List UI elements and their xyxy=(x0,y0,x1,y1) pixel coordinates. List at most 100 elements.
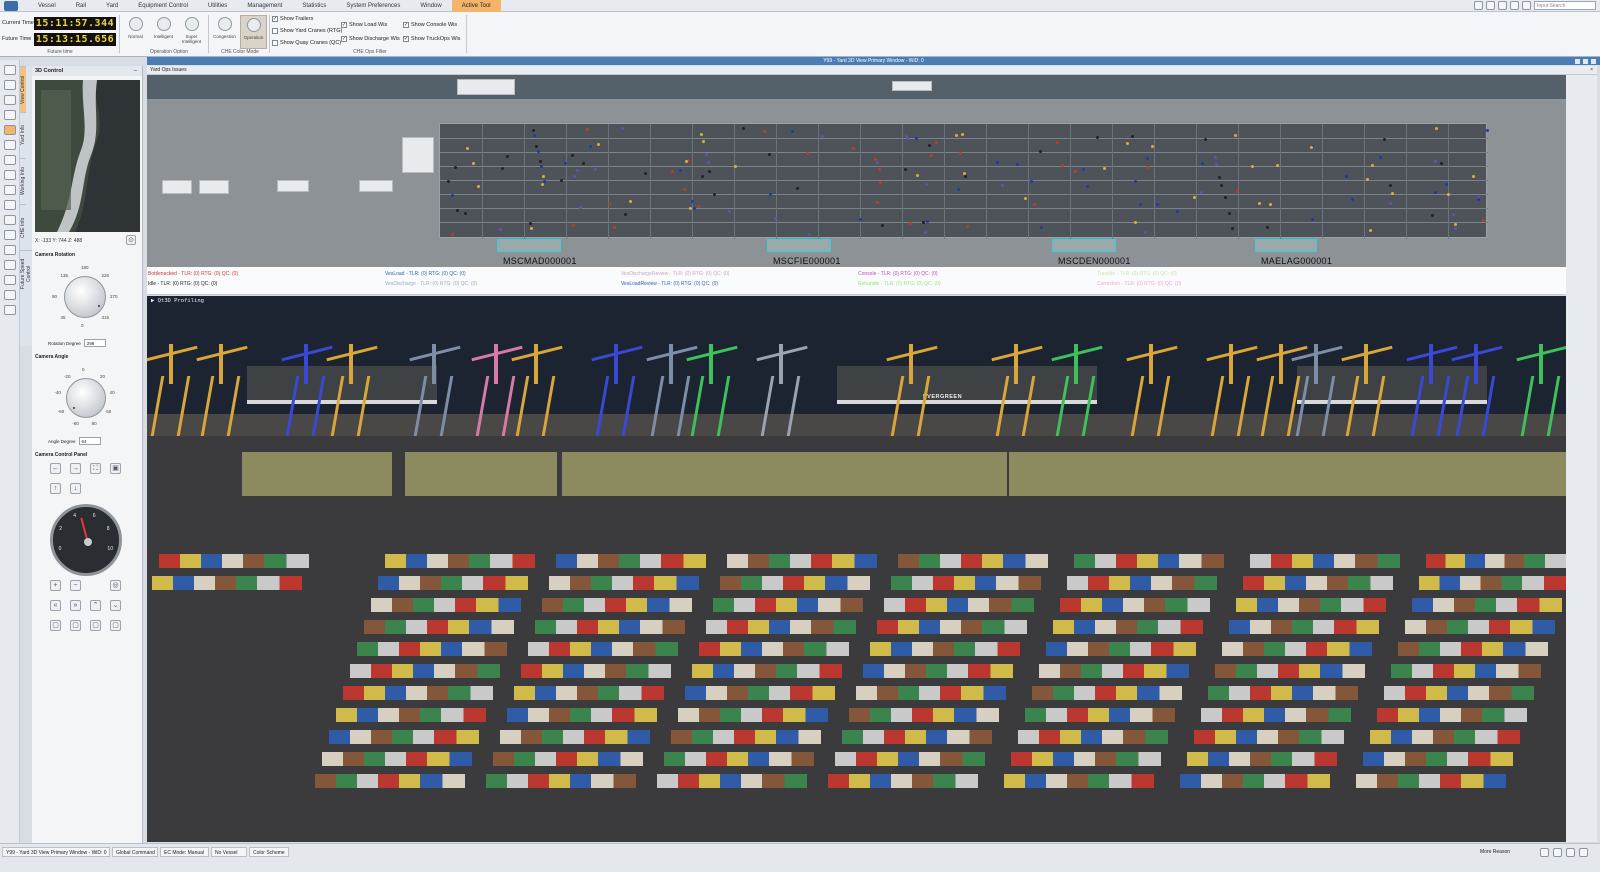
container-row[interactable] xyxy=(1011,752,1161,766)
container-row[interactable] xyxy=(486,774,636,788)
minimize-icon[interactable] xyxy=(1575,58,1580,64)
che-marker[interactable] xyxy=(1015,162,1019,166)
container-row[interactable] xyxy=(350,664,500,678)
rotation-knob[interactable] xyxy=(64,276,106,318)
status-cell-global-command[interactable]: Global Command xyxy=(112,847,158,857)
menu-equipment-control[interactable]: Equipment Control xyxy=(128,0,198,12)
quay-crane[interactable] xyxy=(1206,344,1258,436)
container-row[interactable] xyxy=(877,620,1027,634)
container-row[interactable] xyxy=(664,752,814,766)
container-row[interactable] xyxy=(385,554,535,568)
che-marker[interactable] xyxy=(960,132,964,136)
menu-utilities[interactable]: Utilities xyxy=(198,0,237,12)
lock-icon[interactable] xyxy=(3,275,16,285)
che-marker[interactable] xyxy=(1310,218,1314,222)
che-marker[interactable] xyxy=(875,200,879,204)
container-row[interactable] xyxy=(699,642,849,656)
che-marker[interactable] xyxy=(450,193,454,197)
pan-right-icon[interactable]: → xyxy=(70,463,81,474)
che-marker[interactable] xyxy=(538,159,542,163)
angle-knob[interactable] xyxy=(66,378,106,418)
help-icon[interactable] xyxy=(1498,1,1507,10)
checkbox-show-quay-cranes-qc-[interactable]: Show Quay Cranes (QC) xyxy=(272,40,341,46)
container-row[interactable] xyxy=(671,730,821,744)
container-row[interactable] xyxy=(500,730,650,744)
che-marker[interactable] xyxy=(455,208,459,212)
menu-window[interactable]: Window xyxy=(410,0,451,12)
che-marker[interactable] xyxy=(684,159,688,163)
che-marker[interactable] xyxy=(963,174,967,178)
fit-icon[interactable]: ▣ xyxy=(110,463,121,474)
folder-icon[interactable] xyxy=(3,305,16,315)
che-marker[interactable] xyxy=(575,169,579,173)
che-marker[interactable] xyxy=(1213,155,1217,159)
che-marker[interactable] xyxy=(529,227,533,231)
tilt-up-icon[interactable]: ⌃ xyxy=(90,600,101,611)
che-marker[interactable] xyxy=(704,152,708,156)
che-marker[interactable] xyxy=(1039,225,1043,229)
checkbox-show-console-wis[interactable]: ✓ Show Console Wis xyxy=(403,22,457,28)
menu-statistics[interactable]: Statistics xyxy=(292,0,336,12)
container-row[interactable] xyxy=(322,752,472,766)
checkbox-box[interactable]: ✓ xyxy=(341,36,347,42)
che-marker[interactable] xyxy=(921,221,925,225)
container-row[interactable] xyxy=(493,752,643,766)
checkbox-box[interactable] xyxy=(272,28,278,34)
container-row[interactable] xyxy=(835,752,985,766)
che-marker[interactable] xyxy=(880,223,884,227)
container-row[interactable] xyxy=(849,708,999,722)
che-marker[interactable] xyxy=(682,188,686,192)
pan-left-icon[interactable]: ← xyxy=(50,463,61,474)
view-cube-side-icon[interactable]: ▢ xyxy=(110,620,121,631)
che-marker[interactable] xyxy=(1350,197,1354,201)
container-row[interactable] xyxy=(556,554,706,568)
container-row[interactable] xyxy=(1426,554,1566,568)
che-marker[interactable] xyxy=(1102,167,1106,171)
view-cube-front-icon[interactable]: ▢ xyxy=(50,620,61,631)
che-marker[interactable] xyxy=(670,169,674,173)
crane-icon[interactable] xyxy=(3,230,16,240)
close-icon[interactable] xyxy=(1591,58,1596,64)
container-row[interactable] xyxy=(828,774,978,788)
container-row[interactable] xyxy=(521,664,671,678)
che-marker[interactable] xyxy=(954,133,958,137)
status-cell-ec-mode-manual[interactable]: EC Mode: Manual xyxy=(160,847,209,857)
zoom-to-fit-icon[interactable]: ⊙ xyxy=(126,235,136,245)
tab-close-icon[interactable]: × xyxy=(1590,66,1593,75)
menu-active-tool[interactable]: Active Tool xyxy=(451,0,501,12)
che-marker[interactable] xyxy=(965,224,969,228)
checkbox-show-trailers[interactable]: ✓ Show Trailers xyxy=(272,16,313,22)
che-marker[interactable] xyxy=(1000,184,1004,188)
che-marker[interactable] xyxy=(958,151,962,155)
container-row[interactable] xyxy=(528,642,678,656)
tag-icon[interactable] xyxy=(3,215,16,225)
quay-crane[interactable] xyxy=(1516,344,1566,436)
che-marker[interactable] xyxy=(995,161,999,164)
quay-crane[interactable] xyxy=(991,344,1043,436)
container-row[interactable] xyxy=(1053,620,1203,634)
globe-icon[interactable] xyxy=(3,80,16,90)
settings-icon[interactable] xyxy=(1510,1,1519,10)
container-row[interactable] xyxy=(1412,598,1562,612)
che-marker[interactable] xyxy=(700,174,704,178)
quay-crane[interactable] xyxy=(1451,344,1503,436)
container-row[interactable] xyxy=(1032,686,1182,700)
quay-crane[interactable] xyxy=(281,344,333,436)
che-marker[interactable] xyxy=(1447,192,1451,196)
che-marker[interactable] xyxy=(805,152,809,156)
quay-crane[interactable] xyxy=(326,344,378,436)
status-cell-color-scheme[interactable]: Color Scheme xyxy=(249,847,289,857)
yard-ops-issues-tab[interactable]: Yard Ops Issues × xyxy=(147,66,1597,75)
quay-crane[interactable] xyxy=(1126,344,1178,436)
che-marker[interactable] xyxy=(1219,183,1223,187)
zoom-out-icon[interactable]: − xyxy=(70,580,81,591)
che-marker[interactable] xyxy=(596,142,600,146)
vessel-outline[interactable] xyxy=(767,239,831,252)
che-marker[interactable] xyxy=(1175,209,1179,213)
che-marker[interactable] xyxy=(1451,213,1455,217)
tab-working-info[interactable]: Working Info xyxy=(20,158,26,204)
che-marker[interactable] xyxy=(1389,201,1393,205)
user-icon[interactable] xyxy=(1522,1,1531,10)
expand-icon[interactable]: ⛶ xyxy=(90,463,101,474)
menu-rail[interactable]: Rail xyxy=(66,0,96,12)
